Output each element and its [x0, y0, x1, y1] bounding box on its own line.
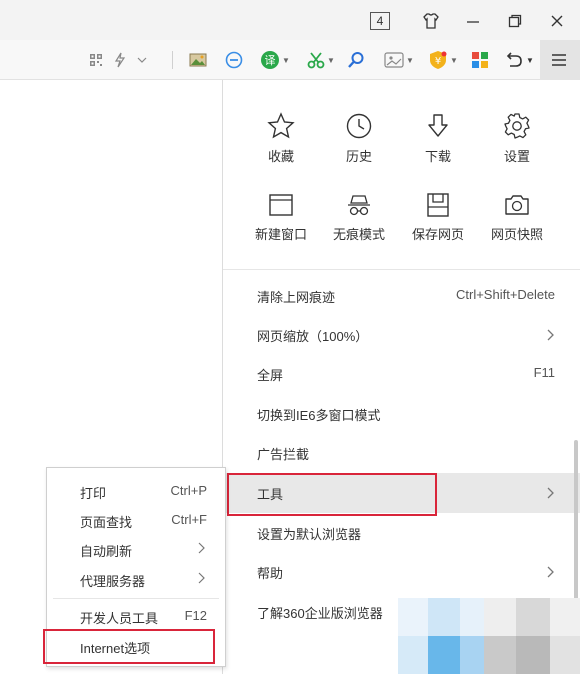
gear-icon	[504, 113, 530, 139]
chevron-right-icon	[547, 566, 554, 578]
new-window-icon	[269, 194, 293, 216]
restore-icon[interactable]	[502, 8, 528, 34]
save-icon	[427, 193, 449, 217]
minimize-icon[interactable]	[460, 8, 486, 34]
no-entry-icon[interactable]	[224, 49, 244, 71]
grid-item-new-window[interactable]: 新建窗口	[241, 192, 321, 254]
tools-highlight-box	[227, 473, 437, 516]
tab-count-badge[interactable]: 4	[370, 12, 390, 30]
chevron-right-icon	[198, 542, 205, 554]
submenu-item-proxy[interactable]: 代理服务器	[47, 564, 225, 593]
chevron-right-icon	[547, 487, 554, 499]
close-icon[interactable]	[544, 8, 570, 34]
translate-icon[interactable]: 译 ▼	[258, 49, 292, 71]
menu-item-zoom[interactable]: 网页缩放（100%）	[223, 315, 580, 355]
grid-item-incognito[interactable]: 无痕模式	[319, 192, 399, 254]
menu-icon[interactable]	[548, 49, 570, 71]
svg-text:¥: ¥	[435, 56, 441, 67]
internet-options-highlight-box	[43, 629, 215, 664]
star-icon	[267, 112, 295, 139]
menu-item-ie6-mode[interactable]: 切换到IE6多窗口模式	[223, 394, 580, 434]
mosaic-patch	[398, 598, 580, 674]
chevron-right-icon	[198, 572, 205, 584]
submenu-item-find[interactable]: 页面查找 Ctrl+F	[47, 505, 225, 534]
submenu-item-print[interactable]: 打印 Ctrl+P	[47, 476, 225, 505]
apps-icon[interactable]	[470, 49, 490, 71]
menu-scrollbar[interactable]	[574, 440, 578, 600]
submenu-divider	[53, 598, 219, 599]
toolbar-divider	[172, 51, 173, 69]
undo-icon[interactable]: ▼	[502, 49, 536, 71]
lightning-icon[interactable]	[112, 49, 128, 71]
clock-icon	[346, 113, 372, 139]
screenshot-icon[interactable]	[188, 49, 208, 71]
chevron-right-icon	[547, 329, 554, 341]
scissors-icon[interactable]: ▼	[304, 49, 338, 71]
skin-icon[interactable]	[418, 8, 444, 34]
chevron-down-icon[interactable]	[136, 49, 148, 71]
camera-icon	[505, 195, 529, 215]
grid-item-settings[interactable]: 设置	[477, 112, 557, 174]
menu-item-default-browser[interactable]: 设置为默认浏览器	[223, 513, 580, 553]
menu-item-fullscreen[interactable]: 全屏 F11	[223, 354, 580, 394]
grid-item-snapshot[interactable]: 网页快照	[477, 192, 557, 254]
download-icon	[428, 114, 448, 137]
menu-item-ad-block[interactable]: 广告拦截	[223, 433, 580, 473]
toolbar: 译 ▼ ▼ ▼ ¥ ▼ ▼	[0, 40, 580, 80]
menu-quick-grid: 收藏 历史 下载 设置 新建窗口 无痕模式 保存网页 网页快照	[223, 80, 580, 270]
incognito-icon	[348, 195, 370, 216]
menu-item-clear-history[interactable]: 清除上网痕迹 Ctrl+Shift+Delete	[223, 276, 580, 316]
qr-code-icon[interactable]	[88, 49, 104, 71]
submenu-item-auto-refresh[interactable]: 自动刷新	[47, 534, 225, 563]
grid-item-favorites[interactable]: 收藏	[241, 112, 321, 174]
image-icon[interactable]: ▼	[382, 49, 416, 71]
search-icon[interactable]	[346, 49, 366, 71]
svg-text:译: 译	[265, 54, 276, 67]
menu-item-help[interactable]: 帮助	[223, 552, 580, 592]
grid-item-history[interactable]: 历史	[319, 112, 399, 174]
main-menu: 收藏 历史 下载 设置 新建窗口 无痕模式 保存网页 网页快照 清除上网痕迹 C…	[222, 80, 580, 674]
shield-icon[interactable]: ¥ ▼	[426, 49, 460, 71]
title-bar: 4	[0, 0, 580, 40]
submenu-item-devtools[interactable]: 开发人员工具 F12	[47, 601, 225, 630]
grid-item-save-page[interactable]: 保存网页	[398, 192, 478, 254]
grid-item-downloads[interactable]: 下载	[398, 112, 478, 174]
